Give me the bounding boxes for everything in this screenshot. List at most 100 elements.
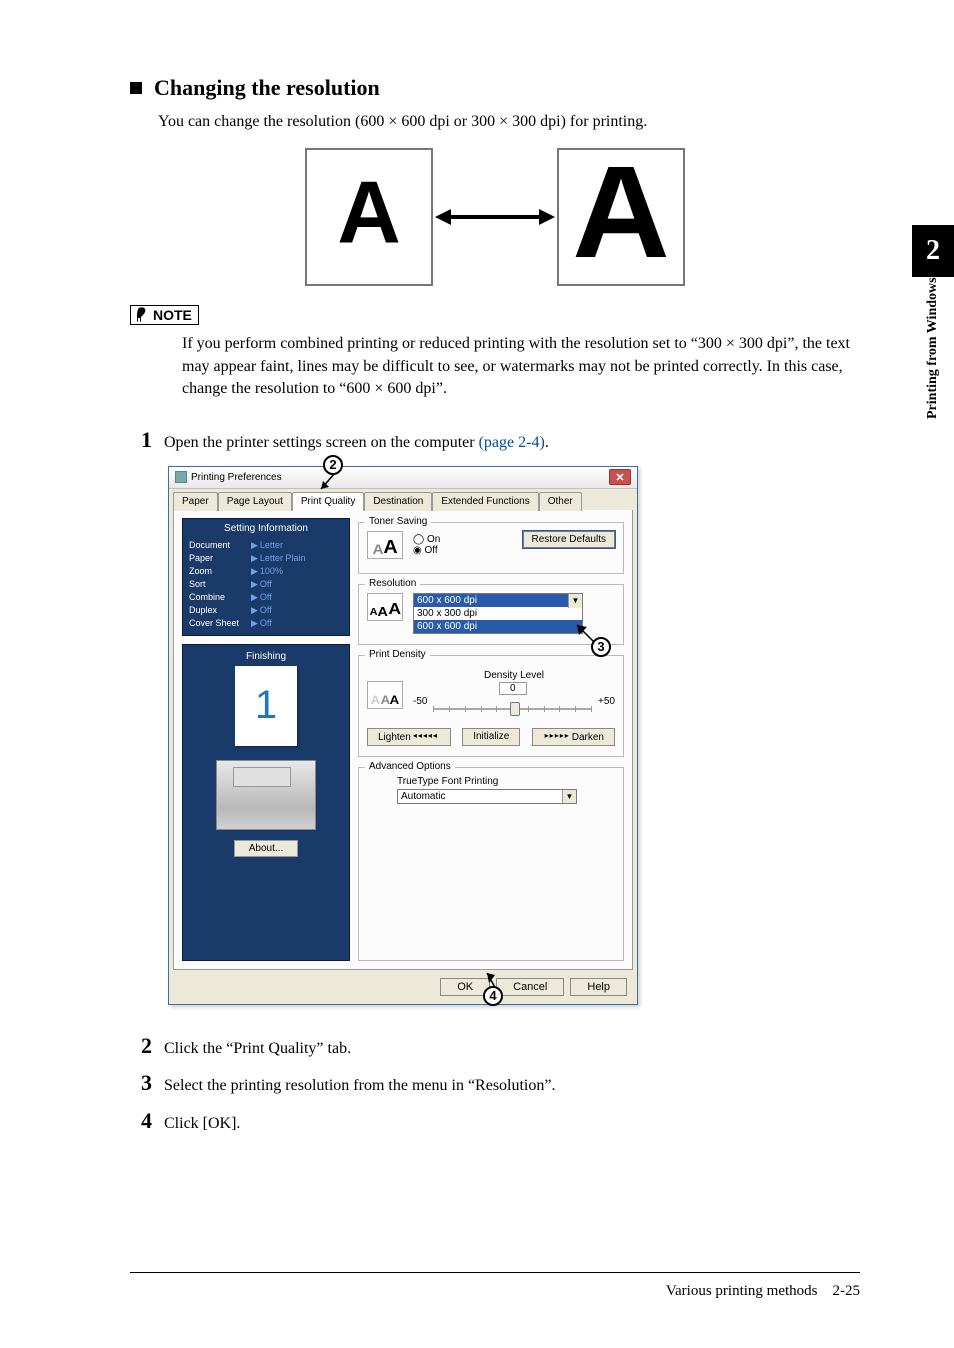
lighten-button[interactable]: Lighten◂◂◂◂◂ bbox=[367, 728, 451, 746]
resolution-option[interactable]: 300 x 300 dpi bbox=[414, 607, 582, 620]
toner-saving-legend: Toner Saving bbox=[365, 516, 431, 527]
tab-strip: Paper Page Layout Print Quality Destinat… bbox=[169, 489, 637, 510]
step-2: 2 Click the “Print Quality” tab. bbox=[130, 1035, 860, 1060]
note-icon bbox=[135, 307, 149, 323]
letter-a-xlarge-icon: A bbox=[571, 167, 671, 267]
step-4-text: Click [OK]. bbox=[164, 1110, 240, 1135]
finishing-label: Finishing bbox=[246, 651, 286, 662]
finishing-panel: Finishing 1 About... bbox=[182, 644, 350, 961]
density-icon: AAA bbox=[367, 681, 403, 709]
resolution-diagram: A A bbox=[305, 147, 685, 287]
tab-extended-functions[interactable]: Extended Functions bbox=[432, 492, 538, 511]
svg-text:A: A bbox=[572, 167, 670, 267]
info-row: Sort▶Off bbox=[189, 579, 343, 590]
side-tab-label: Printing from Windows bbox=[912, 277, 954, 537]
side-tab: 2 Printing from Windows bbox=[912, 225, 954, 545]
resolution-selected: 600 x 600 dpi bbox=[414, 594, 582, 607]
footer-section: Various printing methods bbox=[666, 1283, 818, 1299]
svg-text:A: A bbox=[337, 177, 401, 257]
about-button[interactable]: About... bbox=[234, 840, 298, 857]
step-4: 4 Click [OK]. bbox=[130, 1110, 860, 1135]
screenshot: 2 3 4 Printing Preferences ✕ Paper Page … bbox=[168, 466, 860, 1005]
page-ref-link[interactable]: (page 2-4) bbox=[479, 434, 545, 451]
printing-preferences-dialog: 2 3 4 Printing Preferences ✕ Paper Page … bbox=[168, 466, 638, 1005]
dialog-footer-buttons: OK Cancel Help bbox=[169, 970, 637, 1004]
toner-off-radio[interactable]: ◉ Off bbox=[413, 545, 438, 556]
diagram-arrow bbox=[433, 202, 557, 232]
tab-destination[interactable]: Destination bbox=[364, 492, 432, 511]
info-row: Paper▶Letter Plain bbox=[189, 553, 343, 564]
dialog-title-text: Printing Preferences bbox=[191, 472, 282, 483]
slider-thumb[interactable] bbox=[510, 702, 520, 716]
step-number: 2 bbox=[130, 1035, 152, 1057]
info-row: Duplex▶Off bbox=[189, 605, 343, 616]
diagram-box-right: A bbox=[557, 148, 685, 286]
density-slider[interactable] bbox=[433, 694, 592, 720]
heading-text: Changing the resolution bbox=[154, 75, 380, 100]
print-density-group: Print Density AAA Density Level -50 bbox=[358, 655, 624, 757]
intro-text: You can change the resolution (600 × 600… bbox=[158, 111, 860, 133]
help-button[interactable]: Help bbox=[570, 978, 627, 996]
resolution-icon: AAA bbox=[367, 593, 403, 621]
tab-paper[interactable]: Paper bbox=[173, 492, 218, 511]
density-level-label: Density Level bbox=[413, 670, 615, 681]
step-2-text: Click the “Print Quality” tab. bbox=[164, 1035, 351, 1060]
truetype-value: Automatic bbox=[401, 791, 445, 802]
close-button[interactable]: ✕ bbox=[609, 469, 631, 485]
resolution-dropdown[interactable]: 600 x 600 dpi ▼ 300 x 300 dpi 600 x 600 … bbox=[413, 593, 583, 634]
advanced-legend: Advanced Options bbox=[365, 761, 455, 772]
callout-2-arrow bbox=[317, 471, 341, 495]
chevron-down-icon: ▼ bbox=[562, 790, 576, 803]
toner-on-radio[interactable]: ◯ On bbox=[413, 534, 440, 545]
resolution-option[interactable]: 600 x 600 dpi bbox=[414, 620, 582, 633]
step-3-text: Select the printing resolution from the … bbox=[164, 1072, 555, 1097]
toner-saving-group: Toner Saving Restore Defaults AA ◯ On ◉ … bbox=[358, 522, 624, 574]
truetype-label: TrueType Font Printing bbox=[397, 776, 615, 787]
darken-button[interactable]: ▸▸▸▸▸Darken bbox=[532, 728, 615, 746]
step-1-suffix: . bbox=[545, 434, 549, 451]
step-1-text: Open the printer settings screen on the … bbox=[164, 434, 479, 451]
tab-other[interactable]: Other bbox=[539, 492, 582, 511]
dialog-titlebar: Printing Preferences ✕ bbox=[169, 467, 637, 489]
initialize-button[interactable]: Initialize bbox=[462, 728, 520, 746]
toner-saving-radios: ◯ On ◉ Off bbox=[413, 534, 452, 556]
density-left: -50 bbox=[413, 696, 427, 707]
step-1: 1 Open the printer settings screen on th… bbox=[130, 429, 860, 454]
note-text: If you perform combined printing or redu… bbox=[182, 333, 850, 400]
note-label: NOTE bbox=[153, 307, 192, 323]
advanced-options-group: Advanced Options TrueType Font Printing … bbox=[358, 767, 624, 961]
app-icon bbox=[175, 471, 187, 483]
resolution-legend: Resolution bbox=[365, 578, 420, 589]
density-right: +50 bbox=[598, 696, 615, 707]
page-footer: Various printing methods 2-25 bbox=[130, 1272, 860, 1300]
truetype-dropdown[interactable]: Automatic ▼ bbox=[397, 789, 577, 804]
step-number: 4 bbox=[130, 1110, 152, 1132]
toner-saving-icon: AA bbox=[367, 531, 403, 559]
callout-3: 3 bbox=[591, 637, 611, 657]
heading-bullet bbox=[130, 82, 142, 94]
step-3: 3 Select the printing resolution from th… bbox=[130, 1072, 860, 1097]
setting-information-panel: Setting Information Document▶Letter Pape… bbox=[182, 518, 350, 636]
footer-page-number: 2-25 bbox=[833, 1283, 861, 1299]
info-row: Combine▶Off bbox=[189, 592, 343, 603]
chapter-number: 2 bbox=[912, 225, 954, 277]
printer-illustration bbox=[216, 760, 316, 830]
info-row: Cover Sheet▶Off bbox=[189, 618, 343, 629]
step-number: 1 bbox=[130, 429, 152, 451]
step-number: 3 bbox=[130, 1072, 152, 1094]
callout-2: 2 bbox=[323, 455, 343, 475]
diagram-box-left: A bbox=[305, 148, 433, 286]
chevron-down-icon: ▼ bbox=[568, 594, 582, 608]
dialog-body: Setting Information Document▶Letter Pape… bbox=[173, 510, 633, 970]
letter-a-large-icon: A bbox=[329, 177, 409, 257]
note-badge: NOTE bbox=[130, 305, 199, 325]
info-row: Document▶Letter bbox=[189, 540, 343, 551]
callout-4: 4 bbox=[483, 986, 503, 1006]
section-heading: Changing the resolution bbox=[130, 75, 860, 101]
tab-page-layout[interactable]: Page Layout bbox=[218, 492, 292, 511]
print-density-legend: Print Density bbox=[365, 649, 430, 660]
page-preview: 1 bbox=[235, 666, 297, 746]
info-row: Zoom▶100% bbox=[189, 566, 343, 577]
setting-information-header: Setting Information bbox=[189, 523, 343, 534]
restore-defaults-button[interactable]: Restore Defaults bbox=[523, 531, 615, 548]
